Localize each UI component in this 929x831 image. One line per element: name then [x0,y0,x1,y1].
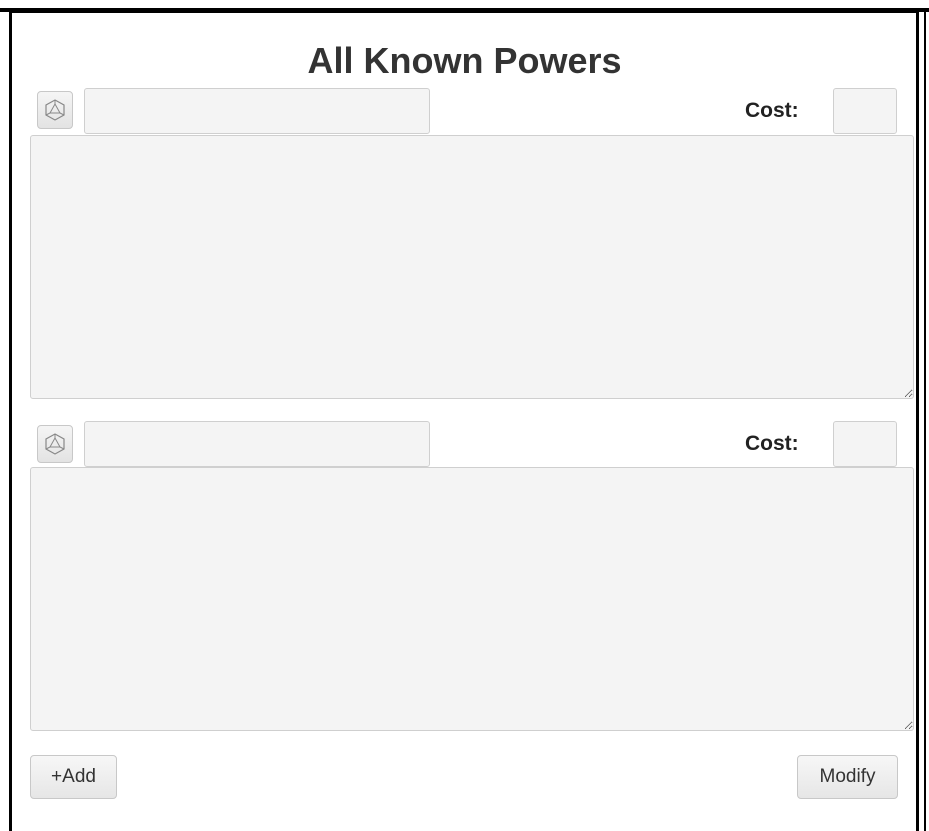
power-name-input[interactable] [84,88,430,134]
cost-label: Cost: [745,432,799,455]
power-description-textarea[interactable] [30,467,914,731]
roll-dice-button[interactable] [37,91,73,129]
add-power-button[interactable]: +Add [30,755,117,799]
power-description-textarea[interactable] [30,135,914,399]
page-title: All Known Powers [307,40,622,81]
cost-label: Cost: [745,99,799,122]
d20-dice-icon [45,433,65,455]
cost-input[interactable] [833,88,897,134]
panel-right-border [924,10,926,831]
modify-button[interactable]: Modify [797,755,898,799]
cost-input[interactable] [833,421,897,467]
d20-dice-icon [45,99,65,121]
roll-dice-button[interactable] [37,425,73,463]
power-name-input[interactable] [84,421,430,467]
